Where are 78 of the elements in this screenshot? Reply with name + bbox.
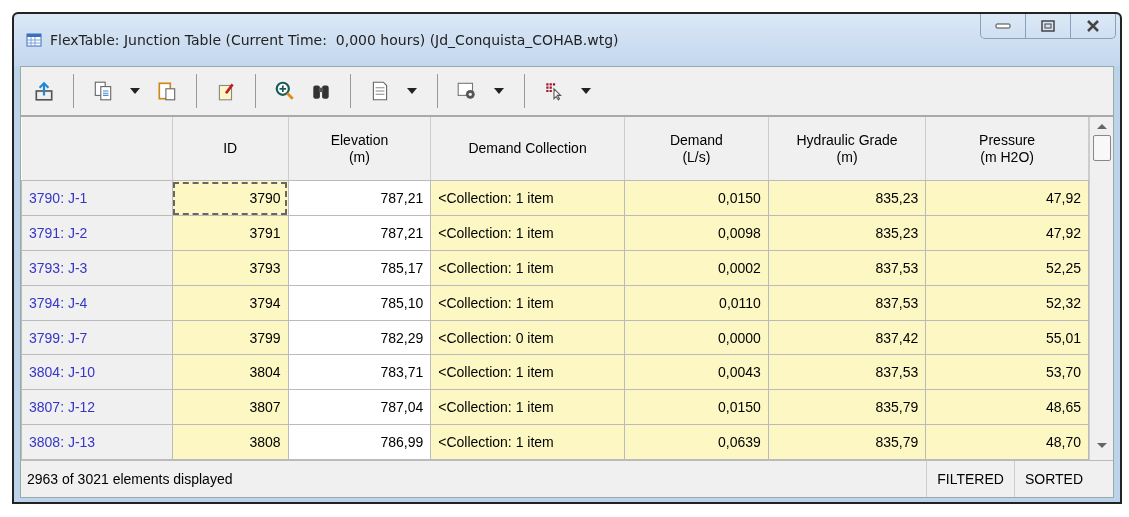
table-cell: 835,23 — [768, 215, 926, 251]
caret-icon — [407, 88, 417, 94]
table-cell: 787,21 — [288, 215, 431, 251]
table-cell: 0,0000 — [624, 320, 769, 355]
scroll-up-icon[interactable] — [1096, 123, 1107, 131]
status-indicator: FILTERED — [926, 461, 1014, 497]
table-cell: <Collection: 1 item — [430, 250, 625, 286]
table-cell: 3807 — [172, 389, 289, 425]
table-cell: 0,0002 — [624, 250, 769, 286]
table-cell: 837,42 — [768, 320, 926, 355]
scroll-thumb[interactable] — [1092, 135, 1111, 161]
table-cell: 787,04 — [288, 389, 431, 425]
copy-icon — [92, 80, 114, 102]
close-icon — [1086, 20, 1100, 32]
table-cell: 0,0043 — [624, 355, 769, 390]
table-cell: 787,21 — [288, 180, 431, 216]
caret-icon — [494, 88, 504, 94]
table-cell: 783,71 — [288, 355, 431, 390]
row-label[interactable]: 3790: J-1 — [21, 180, 173, 216]
table-cell: 3790 — [172, 180, 289, 216]
table-cell: 782,29 — [288, 320, 431, 355]
scroll-down-icon[interactable] — [1096, 442, 1107, 450]
table-cell: 837,53 — [768, 285, 926, 321]
table-cell: <Collection: 1 item — [430, 180, 625, 216]
table-cell: 785,10 — [288, 285, 431, 321]
table-cell: 48,65 — [925, 389, 1089, 425]
row-label[interactable]: 3791: J-2 — [21, 215, 173, 251]
paste-icon — [156, 80, 178, 102]
table-cell: <Collection: 1 item — [430, 389, 625, 425]
minimize-icon — [995, 22, 1011, 30]
table-cell: 52,25 — [925, 250, 1089, 286]
row-label[interactable]: 3799: J-7 — [21, 320, 173, 355]
options-icon — [456, 80, 478, 102]
table-cell: 835,79 — [768, 389, 926, 425]
table-cell: 52,32 — [925, 285, 1089, 321]
table-cell: 0,0150 — [624, 389, 769, 425]
table-cell: 785,17 — [288, 250, 431, 286]
table-icon — [26, 32, 42, 48]
row-label[interactable]: 3794: J-4 — [21, 285, 173, 321]
table-cell: 3793 — [172, 250, 289, 286]
caret-icon — [130, 88, 140, 94]
table-cell: <Collection: 0 item — [430, 320, 625, 355]
columns-icon — [543, 80, 565, 102]
table-cell: 47,92 — [925, 180, 1089, 216]
table-cell: 3794 — [172, 285, 289, 321]
table-cell: 835,79 — [768, 424, 926, 460]
table-cell: <Collection: 1 item — [430, 285, 625, 321]
scrollbar[interactable] — [1089, 117, 1113, 460]
row-label[interactable]: 3808: J-13 — [21, 424, 173, 460]
table-cell: 3791 — [172, 215, 289, 251]
table-cell: 3804 — [172, 355, 289, 390]
window-title: FlexTable: Junction Table (Current Time: 0,000 hours) (Jd_Conquista_COHAB.wtg) — [50, 32, 620, 48]
table-cell: 837,53 — [768, 250, 926, 286]
table-cell: 47,92 — [925, 215, 1089, 251]
table-cell: 0,0639 — [624, 424, 769, 460]
table-cell: 837,53 — [768, 355, 926, 390]
table-cell: 0,0150 — [624, 180, 769, 216]
table-cell: 786,99 — [288, 424, 431, 460]
table-cell: 55,01 — [925, 320, 1089, 355]
caret-icon — [581, 88, 591, 94]
row-label[interactable]: 3807: J-12 — [21, 389, 173, 425]
export-icon — [33, 80, 55, 102]
row-label[interactable]: 3793: J-3 — [21, 250, 173, 286]
table-cell: <Collection: 1 item — [430, 215, 625, 251]
table-cell: <Collection: 1 item — [430, 424, 625, 460]
zoom-icon — [274, 80, 296, 102]
table-cell: 0,0098 — [624, 215, 769, 251]
table-cell: <Collection: 1 item — [430, 355, 625, 390]
table-cell: 835,23 — [768, 180, 926, 216]
table-cell: 53,70 — [925, 355, 1089, 390]
status-indicator: SORTED — [1013, 461, 1093, 497]
maximize-icon — [1041, 20, 1055, 32]
table-cell: 3808 — [172, 424, 289, 460]
row-label[interactable]: 3804: J-10 — [21, 355, 173, 390]
table-cell: 3799 — [172, 320, 289, 355]
table-cell: 0,0110 — [624, 285, 769, 321]
table-cell: 48,70 — [925, 424, 1089, 460]
status-message: 2963 of 3021 elements displayed — [26, 471, 234, 487]
